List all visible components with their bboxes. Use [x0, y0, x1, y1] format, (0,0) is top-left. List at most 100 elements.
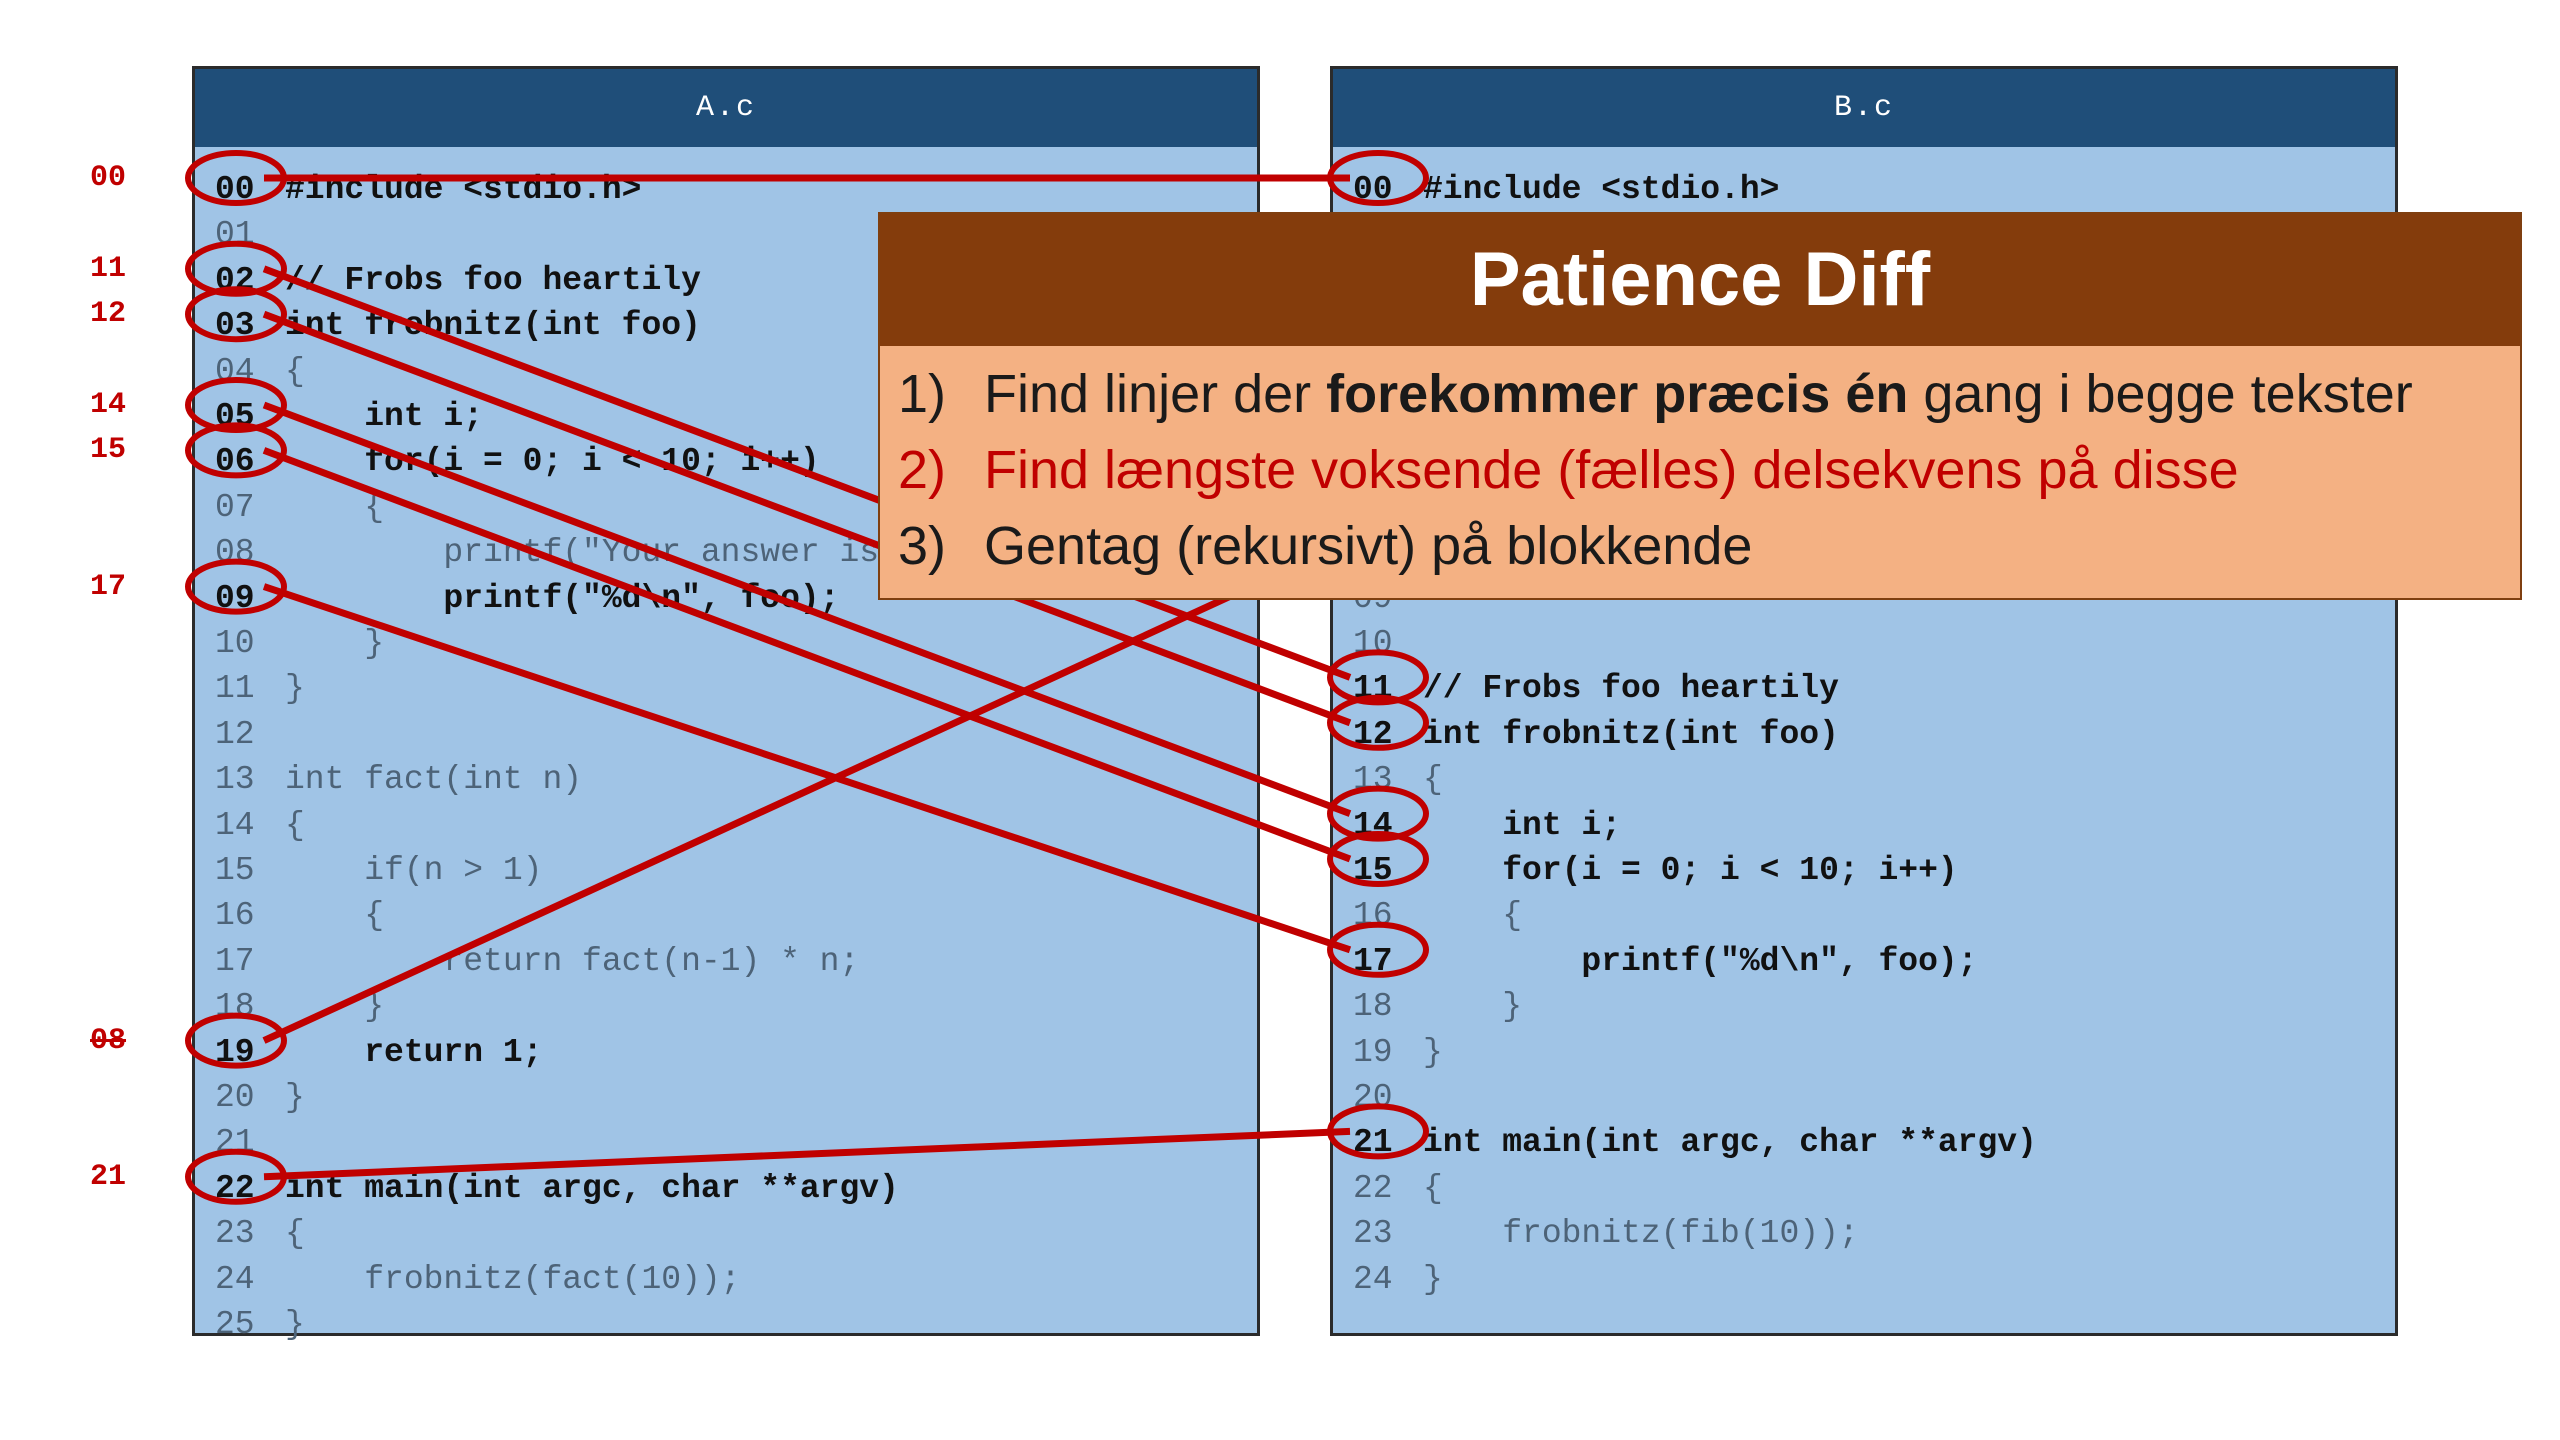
code-text: }: [285, 670, 305, 708]
code-text: printf("%d\n", foo);: [285, 579, 840, 617]
code-text: }: [1423, 988, 1523, 1026]
code-line: 21: [215, 1120, 285, 1165]
code-text: {: [1423, 761, 1443, 799]
line-number: 00: [1353, 171, 1393, 208]
side-line-number: 21: [90, 1159, 127, 1194]
side-line-number: 11: [90, 251, 127, 286]
code-line: 18 }: [215, 984, 384, 1029]
code-line: 20}: [215, 1075, 305, 1120]
code-line: 10: [1353, 621, 1423, 666]
line-number: 12: [1353, 715, 1393, 753]
side-line-number: 00: [90, 161, 127, 195]
step-1-text-pre: Find linjer der: [984, 364, 1327, 424]
code-line: 23 {: [215, 1211, 305, 1256]
step-3: 3) Gentag (rekursivt) på blokkende: [898, 508, 1752, 584]
code-line: 14 {: [215, 803, 305, 848]
code-text: }: [1423, 1260, 1443, 1298]
step-2-number: 2): [898, 440, 947, 500]
line-number: 18: [215, 988, 255, 1026]
line-number: 23: [1353, 1215, 1393, 1253]
step-1-number: 1): [898, 364, 947, 424]
patience-diff-callout: Patience Diff 1) Find linjer der forekomm…: [878, 212, 2522, 600]
code-text: int frobnitz(int foo): [1423, 715, 1839, 753]
code-text: {: [1423, 897, 1523, 935]
line-number: 01: [215, 216, 255, 254]
code-text: int frobnitz(int foo): [285, 307, 701, 345]
code-text: {: [285, 352, 305, 390]
side-line-number: 17: [90, 569, 127, 604]
code-line: 08 printf("Your answer is: ");: [215, 530, 978, 575]
code-line: 07 {: [215, 485, 384, 530]
code-line: 15 if(n > 1): [215, 848, 542, 893]
code-line: 22 int main(int argc, char **argv): [215, 1166, 899, 1211]
code-text: int main(int argc, char **argv): [1423, 1124, 2037, 1162]
code-text: }: [285, 625, 385, 662]
code-line: 10 }: [215, 621, 384, 666]
line-number: 05: [215, 398, 255, 435]
code-line: 12: [215, 712, 285, 757]
code-text: return fact(n-1) * n;: [285, 942, 860, 980]
code-text: for(i = 0; i < 10; i++): [285, 443, 820, 481]
code-text: #include <stdio.h>: [1423, 171, 1780, 208]
code-text: }: [285, 988, 385, 1026]
code-line: 00 #include <stdio.h>: [215, 167, 641, 212]
line-number: 21: [1353, 1124, 1393, 1162]
code-text: int main(int argc, char **argv): [285, 1169, 899, 1207]
code-line: 24 frobnitz(fact(10));: [215, 1257, 740, 1302]
code-line: 13 int fact(int n): [215, 757, 582, 802]
code-line: 12 int frobnitz(int foo): [1353, 712, 1839, 757]
code-text: int i;: [285, 398, 484, 435]
line-number: 00: [215, 171, 255, 208]
code-line: 18 }: [1353, 984, 1522, 1029]
line-number: 22: [1353, 1169, 1393, 1207]
code-text: }: [285, 1306, 305, 1343]
line-number: 25: [215, 1306, 255, 1343]
line-number: 21: [215, 1124, 255, 1162]
line-number: 11: [1353, 670, 1393, 708]
code-text: {: [285, 1215, 305, 1253]
line-number: 15: [215, 852, 255, 889]
code-line: 22 {: [1353, 1166, 1443, 1211]
line-number: 13: [1353, 761, 1393, 799]
code-text: }: [285, 1079, 305, 1116]
line-number: 19: [215, 1033, 255, 1071]
code-text: int fact(int n): [285, 761, 583, 799]
line-number: 24: [1353, 1260, 1393, 1298]
line-number: 06: [215, 443, 255, 481]
code-text: printf("%d\n", foo);: [1423, 942, 1978, 980]
code-line: 19 return 1;: [215, 1030, 542, 1075]
line-number: 23: [215, 1215, 255, 1253]
line-number: 12: [215, 715, 255, 753]
code-line: 04 {: [215, 349, 305, 394]
line-number: 03: [215, 307, 255, 345]
side-line-number: 12: [90, 297, 127, 332]
line-number: 16: [1353, 897, 1393, 935]
code-text: {: [1423, 1169, 1443, 1207]
line-number: 13: [215, 761, 255, 799]
step-1-text-post: gang i begge tekster: [1908, 364, 2413, 424]
code-text: int i;: [1423, 806, 1622, 844]
step-3-text: Gentag (rekursivt) på blokkende: [984, 516, 1753, 576]
code-text: printf("Your answer is: ");: [285, 534, 979, 572]
code-text: #include <stdio.h>: [285, 171, 642, 208]
code-line: 16 {: [215, 893, 384, 938]
code-text: {: [285, 488, 385, 526]
code-text: // Frobs foo heartily: [285, 261, 701, 299]
line-number: 07: [215, 488, 255, 526]
line-number: 17: [1353, 942, 1393, 980]
code-line: 13 {: [1353, 757, 1443, 802]
code-line: 23 frobnitz(fib(10));: [1353, 1211, 1859, 1256]
line-number: 08: [215, 534, 255, 572]
code-line: 11 // Frobs foo heartily: [1353, 666, 1839, 711]
code-text: }: [1423, 1033, 1443, 1071]
line-number: 20: [1353, 1079, 1393, 1116]
code-line: 19}: [1353, 1030, 1443, 1075]
line-number: 15: [1353, 852, 1393, 889]
line-number: 19: [1353, 1033, 1393, 1071]
step-1: 1) Find linjer der forekommer præcis én g…: [898, 356, 2413, 432]
code-line: 06 for(i = 0; i < 10; i++): [215, 439, 820, 484]
line-number: 10: [215, 625, 255, 662]
side-line-number: 15: [90, 433, 127, 468]
line-number: 04: [215, 352, 255, 390]
line-number: 22: [215, 1169, 255, 1207]
